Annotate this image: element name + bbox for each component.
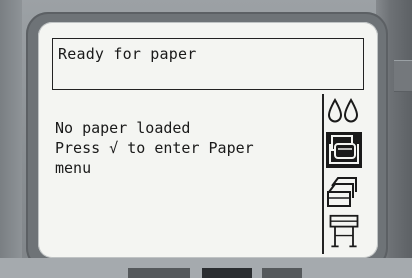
lcd-screen: Ready for paper No paper loaded Press √ … [38,22,378,258]
icon-column-divider [322,94,324,254]
bezel-bottom-strip [0,258,412,278]
bezel-left-edge [0,0,22,278]
printer-stand-icon[interactable] [326,214,362,250]
control-panel-bezel: Ready for paper No paper loaded Press √ … [0,0,412,278]
front-button-right[interactable] [262,268,302,278]
status-title: Ready for paper [58,45,197,63]
status-message: No paper loaded Press √ to enter Paper m… [55,118,254,178]
bezel-notch [394,60,412,92]
status-title-box: Ready for paper [52,38,364,90]
paper-tray-icon[interactable] [326,132,362,168]
menu-icon-column [322,94,364,254]
front-button-left[interactable] [128,268,190,278]
paper-stack-icon[interactable] [326,174,362,210]
message-line-2: Press √ to enter Paper [55,139,254,157]
message-line-1: No paper loaded [55,119,191,137]
front-button-center[interactable] [202,268,252,278]
ink-drops-icon[interactable] [326,94,362,130]
message-line-3: menu [55,159,92,177]
